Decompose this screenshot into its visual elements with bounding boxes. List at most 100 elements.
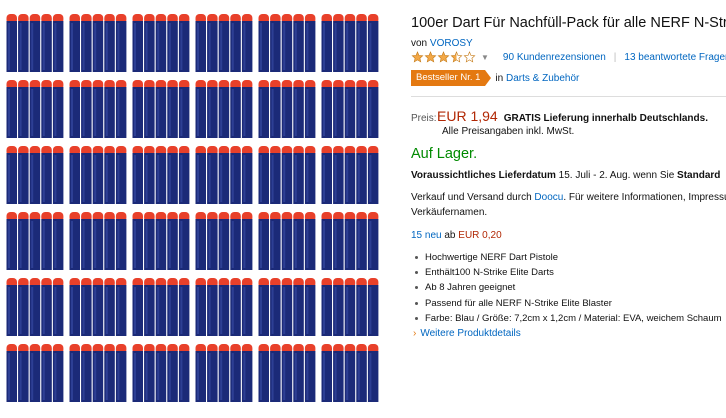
- dart-highlight: [117, 23, 120, 70]
- dart-highlight: [31, 23, 34, 70]
- dart-bundle: [69, 146, 127, 204]
- dart-bundle: [132, 80, 190, 138]
- dart-highlight: [271, 89, 274, 136]
- dart-highlight: [220, 155, 223, 202]
- feature-text: Hochwertige NERF Dart Pistole: [425, 252, 559, 263]
- dart-highlight: [208, 89, 211, 136]
- dart-highlight: [231, 89, 234, 136]
- dart-highlight: [197, 155, 199, 202]
- dart-highlight: [94, 155, 97, 202]
- delivery-info: Voraussichtliches Lieferdatum 15. Juli -…: [411, 170, 720, 181]
- dart-highlight: [31, 221, 34, 268]
- bestseller-category-link[interactable]: Darts & Zubehör: [506, 73, 579, 84]
- dart-highlight: [323, 23, 325, 70]
- reviews-link[interactable]: 90 Kundenrezensionen: [503, 52, 606, 63]
- dart-bundle: [132, 278, 190, 336]
- dart-highlight: [323, 89, 325, 136]
- star-rating[interactable]: [411, 51, 476, 63]
- feature-text: Passend für alle NERF N-Strike Elite Bla…: [425, 297, 612, 309]
- dart-bundle: [321, 80, 379, 138]
- dart-highlight: [334, 287, 337, 334]
- dart-highlight: [71, 155, 73, 202]
- dart-highlight: [357, 23, 360, 70]
- dart-highlight: [54, 23, 57, 70]
- dart-highlight: [94, 287, 97, 334]
- dart-highlight: [42, 155, 45, 202]
- dart-highlight: [134, 287, 136, 334]
- dart-highlight: [283, 287, 286, 334]
- dart-highlight: [42, 221, 45, 268]
- dart-highlight: [71, 23, 73, 70]
- seller-link[interactable]: Doocu: [534, 192, 563, 203]
- dart-highlight: [134, 221, 136, 268]
- dart-highlight: [105, 89, 108, 136]
- questions-link[interactable]: 13 beantwortete Fragen: [624, 52, 726, 63]
- dart-highlight: [369, 155, 372, 202]
- dart-bundle: [195, 278, 253, 336]
- dart-highlight: [369, 353, 372, 400]
- star-icon: [463, 51, 476, 63]
- dart-highlight: [117, 353, 120, 400]
- dart-highlight: [306, 287, 309, 334]
- dart-highlight: [231, 353, 234, 400]
- dart-highlight: [19, 221, 22, 268]
- dart-highlight: [323, 287, 325, 334]
- product-image[interactable]: [0, 0, 390, 413]
- dart-highlight: [168, 287, 171, 334]
- dart-highlight: [271, 221, 274, 268]
- bullet-icon: [415, 301, 418, 305]
- dart-highlight: [157, 221, 160, 268]
- dart-highlight: [19, 89, 22, 136]
- separator: |: [613, 51, 617, 63]
- dart-highlight: [323, 221, 325, 268]
- dart-highlight: [231, 287, 234, 334]
- dart-highlight: [105, 287, 108, 334]
- offers-link[interactable]: 15 neu: [411, 230, 442, 241]
- dart-highlight: [54, 221, 57, 268]
- dart-highlight: [346, 89, 349, 136]
- dart-highlight: [260, 23, 262, 70]
- dart-bundle: [195, 14, 253, 72]
- dart-bundle: [258, 14, 316, 72]
- dart-highlight: [157, 287, 160, 334]
- dart-highlight: [145, 23, 148, 70]
- dart-bundle: [321, 212, 379, 270]
- dart-highlight: [105, 353, 108, 400]
- dart-highlight: [168, 23, 171, 70]
- dart-highlight: [369, 221, 372, 268]
- offers-from: ab: [444, 230, 456, 241]
- dart-highlight: [334, 23, 337, 70]
- dart-highlight: [357, 221, 360, 268]
- dart-highlight: [54, 155, 57, 202]
- dart-highlight: [134, 89, 136, 136]
- price-row: Preis: EUR 1,94 GRATIS Lieferung innerha…: [411, 108, 708, 124]
- dart-highlight: [231, 155, 234, 202]
- dart-bundle: [195, 80, 253, 138]
- dart-highlight: [82, 221, 85, 268]
- dart-highlight: [243, 23, 246, 70]
- dart-highlight: [260, 353, 262, 400]
- dart-highlight: [19, 287, 22, 334]
- dart-bundle: [195, 344, 253, 402]
- dart-highlight: [243, 89, 246, 136]
- dart-highlight: [42, 353, 45, 400]
- dart-bundle: [258, 278, 316, 336]
- dart-highlight: [334, 89, 337, 136]
- brand-link[interactable]: VOROSY: [430, 38, 473, 49]
- dart-highlight: [243, 221, 246, 268]
- dart-highlight: [94, 89, 97, 136]
- dart-highlight: [134, 353, 136, 400]
- dart-highlight: [208, 155, 211, 202]
- dart-highlight: [197, 353, 199, 400]
- dart-highlight: [283, 221, 286, 268]
- dart-highlight: [323, 155, 325, 202]
- chevron-down-icon[interactable]: ▼: [481, 53, 489, 62]
- dart-highlight: [117, 89, 120, 136]
- dart-bundle: [6, 212, 64, 270]
- product-details: 100er Dart Für Nachfüll-Pack für alle NE…: [411, 0, 726, 413]
- dart-highlight: [294, 89, 297, 136]
- feature-list: Hochwertige NERF Dart Pistole Enthält100…: [415, 250, 722, 326]
- more-details-link[interactable]: › Weitere Produktdetails: [413, 328, 521, 339]
- dart-highlight: [294, 155, 297, 202]
- more-details-label: Weitere Produktdetails: [420, 328, 521, 339]
